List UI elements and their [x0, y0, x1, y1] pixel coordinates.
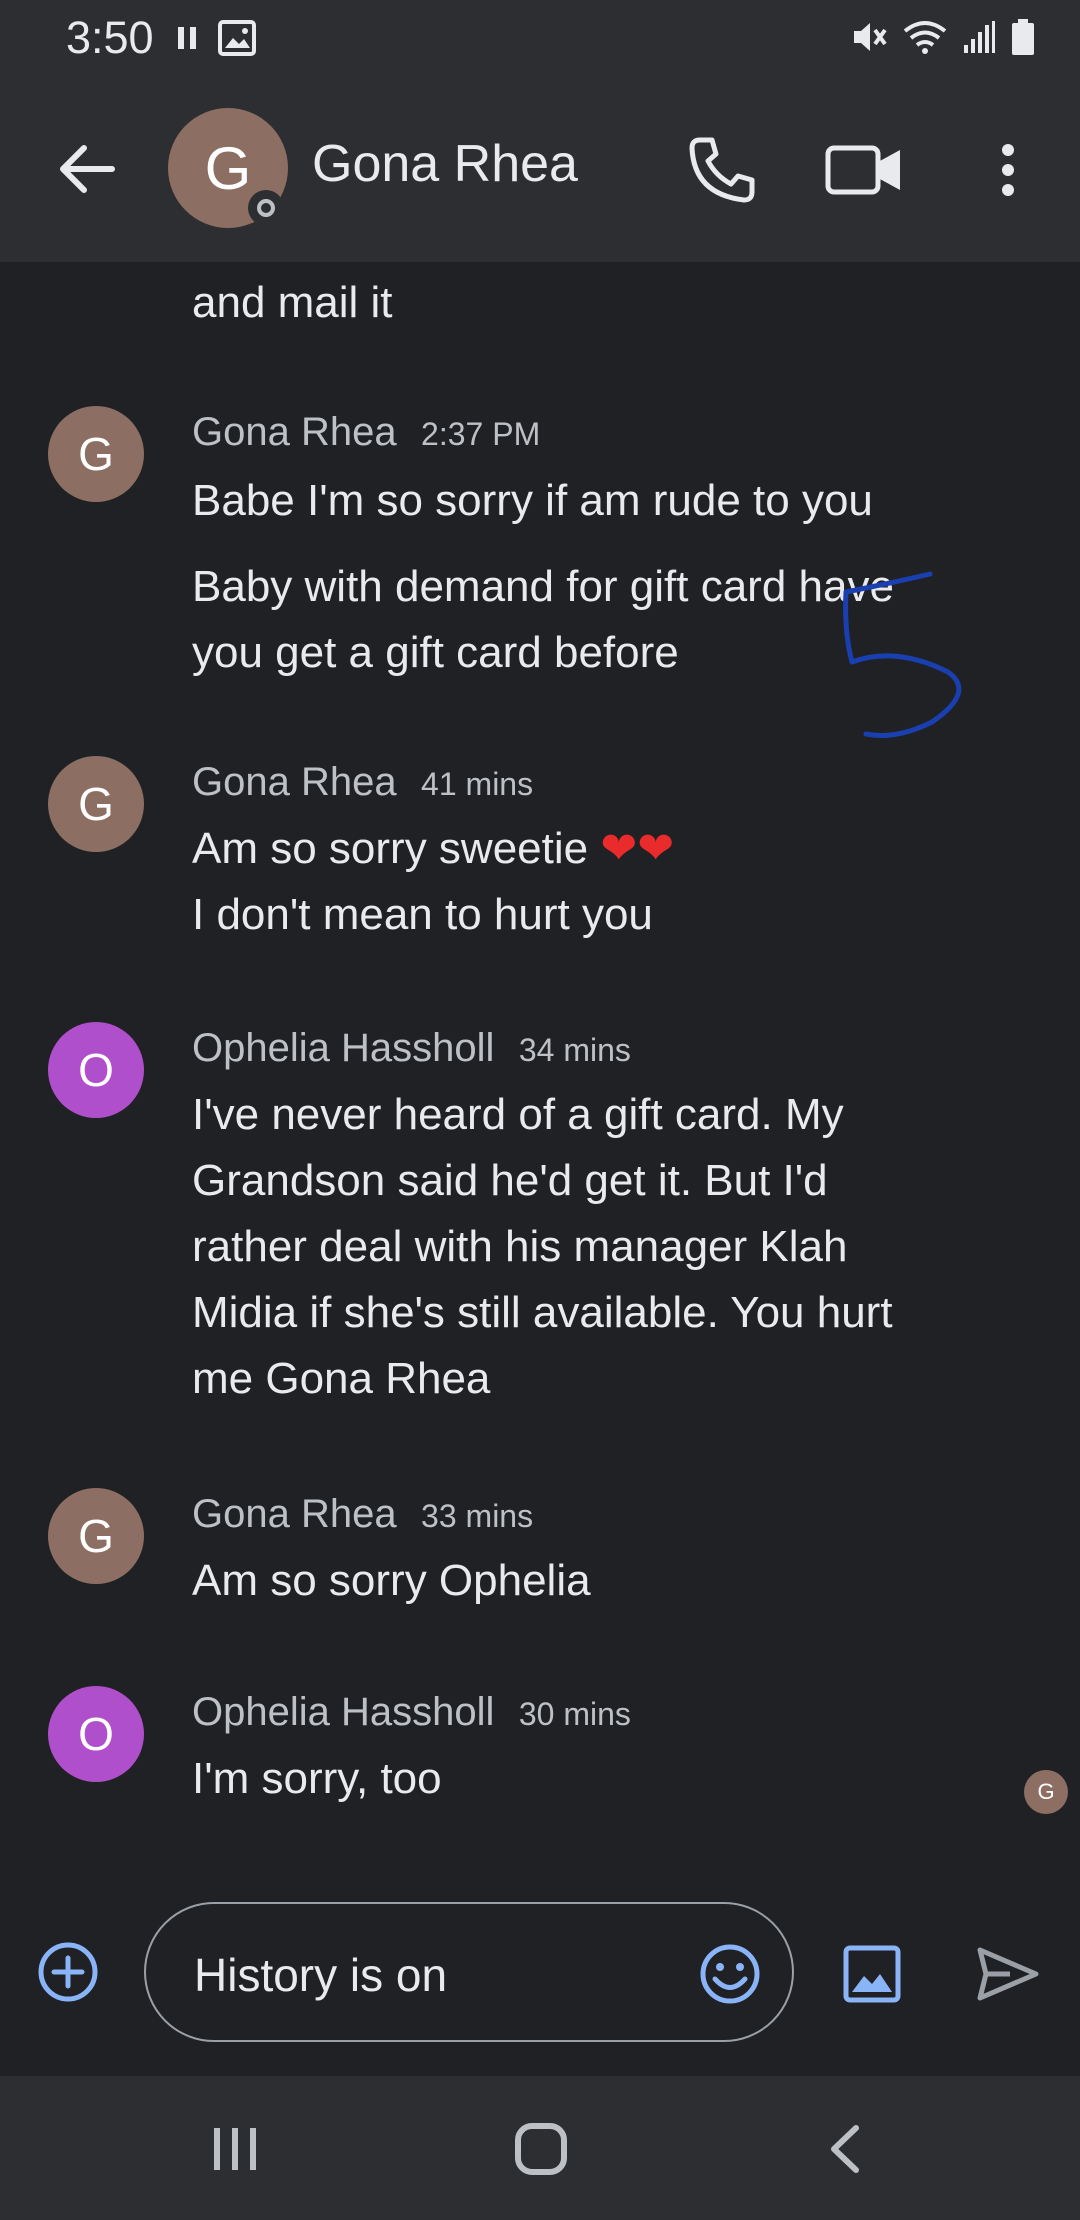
status-time: 3:50: [66, 12, 154, 63]
contact-name[interactable]: Gona Rhea: [312, 134, 578, 194]
message-input[interactable]: History is on: [144, 1902, 794, 2042]
back-arrow-icon[interactable]: [52, 134, 122, 204]
sender-name: Gona Rhea: [192, 1492, 397, 1536]
sender-avatar[interactable]: O: [48, 1022, 144, 1118]
message-input-placeholder: History is on: [194, 1949, 448, 2001]
home-icon[interactable]: [514, 2122, 568, 2176]
message-bubble[interactable]: Babe I'm so sorry if am rude to you: [192, 468, 1012, 534]
send-icon[interactable]: [976, 1946, 1040, 2002]
message-timestamp: 2:37 PM: [421, 416, 541, 452]
conversation-header: G Gona Rhea: [0, 76, 1080, 262]
sender-name: Ophelia Hassholl: [192, 1690, 495, 1734]
message-text: and mail it: [192, 278, 393, 327]
emoji-icon[interactable]: [698, 1942, 762, 2006]
read-receipt-avatar: G: [1024, 1770, 1068, 1814]
sender-avatar[interactable]: G: [48, 406, 144, 502]
add-icon[interactable]: [36, 1940, 100, 2004]
mute-icon: [854, 23, 887, 51]
status-badge: [248, 190, 284, 226]
message-list[interactable]: and mail it G Gona Rhea 2:37 PM Babe I'm…: [0, 262, 1080, 1842]
message-timestamp: 41 mins: [421, 766, 534, 802]
sender-name: Gona Rhea: [192, 760, 397, 804]
heart-emoji: ❤❤: [600, 824, 675, 873]
message-timestamp: 33 mins: [421, 1498, 534, 1534]
sender-avatar[interactable]: O: [48, 1686, 144, 1782]
system-navigation-bar: [0, 2076, 1080, 2220]
nav-back-icon[interactable]: [826, 2122, 862, 2176]
image-icon[interactable]: [842, 1944, 902, 2004]
handwritten-annotation: [843, 571, 962, 738]
image-notification-icon: [218, 20, 256, 56]
message-timestamp: 34 mins: [518, 1032, 631, 1068]
phone-icon[interactable]: [684, 132, 760, 208]
signal-icon: [964, 21, 995, 53]
sender-name: Ophelia Hassholl: [192, 1026, 495, 1070]
message-bubble[interactable]: I'm sorry, too: [192, 1746, 1012, 1812]
recents-icon[interactable]: [210, 2124, 260, 2174]
wifi-icon: [903, 21, 947, 54]
pause-icon: [178, 27, 196, 49]
sender-name: Gona Rhea: [192, 410, 397, 454]
message-bubble[interactable]: I've never heard of a gift card. My Gran…: [192, 1082, 1012, 1412]
status-bar: 3:50: [0, 0, 1080, 76]
message-bubble[interactable]: Am so sorry Ophelia: [192, 1548, 1012, 1614]
sender-avatar[interactable]: G: [48, 1488, 144, 1584]
video-icon[interactable]: [824, 132, 904, 208]
battery-icon: [1012, 19, 1034, 55]
more-vert-icon[interactable]: [988, 132, 1028, 208]
message-timestamp: 30 mins: [518, 1696, 631, 1732]
sender-avatar[interactable]: G: [48, 756, 144, 852]
message-bubble[interactable]: Am so sorry sweetie ❤❤ I don't mean to h…: [192, 816, 1012, 948]
